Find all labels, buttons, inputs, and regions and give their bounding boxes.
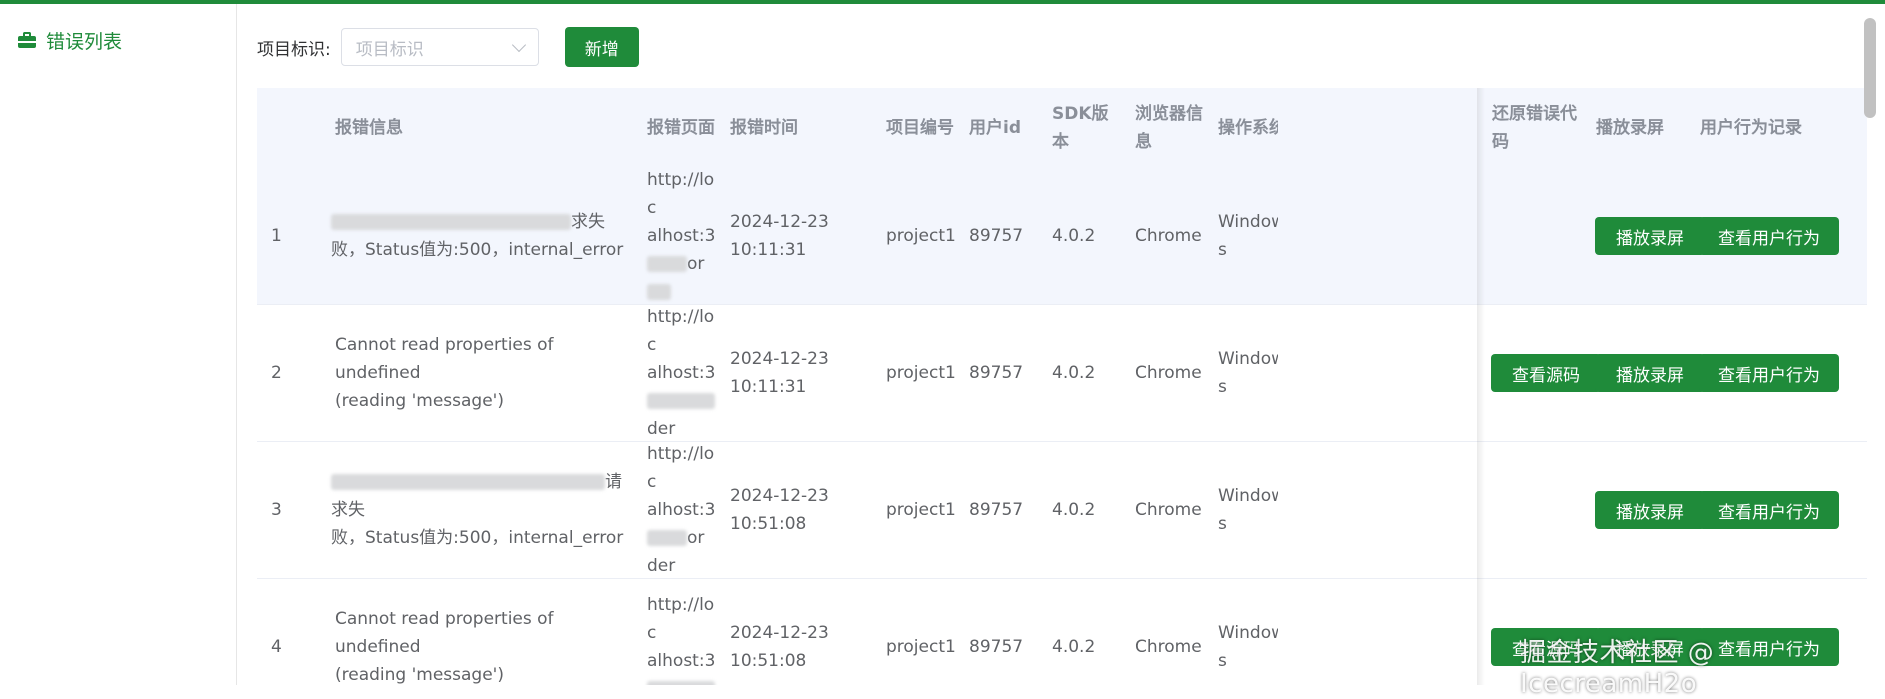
error-time: 2024-12-23 10:11:31 <box>730 212 829 260</box>
error-time: 2024-12-23 10:51:08 <box>730 623 829 671</box>
header-project: 项目编号 <box>886 118 954 138</box>
fixed-right-columns: 还原错误代码 播放录屏 用户行为记录 播放录屏 查看用户行为 查看源码 播放录屏… <box>1478 88 1867 685</box>
fixed-row: 播放录屏 查看用户行为 <box>1478 168 1867 305</box>
user-id: 89757 <box>969 637 1024 657</box>
error-time: 2024-12-23 10:11:31 <box>730 349 829 397</box>
select-placeholder: 项目标识 <box>355 39 424 60</box>
play-recording-button[interactable]: 播放录屏 <box>1595 354 1705 392</box>
fixed-row: 播放录屏 查看用户行为 <box>1478 442 1867 579</box>
user-id: 89757 <box>969 500 1024 520</box>
error-message: 请求失 败，Status值为:500，internal_error <box>331 472 624 548</box>
view-user-behavior-button[interactable]: 查看用户行为 <box>1699 217 1839 255</box>
header-os: 操作系统 <box>1218 118 1278 138</box>
fixed-row: 查看源码 播放录屏 查看用户行为 <box>1478 305 1867 442</box>
error-page: http://loc alhost:3 der <box>647 307 716 439</box>
user-id: 89757 <box>969 363 1024 383</box>
add-button[interactable]: 新增 <box>564 27 639 67</box>
watermark: 掘金技术社区 @ IcecreamH2o <box>1520 638 1715 699</box>
error-message: Cannot read properties of undefined (read… <box>335 609 554 685</box>
vertical-scrollbar[interactable] <box>1864 18 1876 118</box>
project-id-select[interactable]: 项目标识 <box>340 28 539 66</box>
chevron-down-icon <box>511 37 526 52</box>
project-id: project1 <box>886 637 956 657</box>
sdk-version: 4.0.2 <box>1052 363 1096 383</box>
sdk-version: 4.0.2 <box>1052 226 1096 246</box>
view-user-behavior-button[interactable]: 查看用户行为 <box>1699 354 1839 392</box>
sdk-version: 4.0.2 <box>1052 637 1096 657</box>
header-restore: 还原错误代码 <box>1492 104 1577 152</box>
error-table: 报错信息 报错页面 报错时间 项目编号 用户id SDK版本 浏览器信息 操作系… <box>257 88 1867 685</box>
redacted-text <box>331 474 605 490</box>
error-message: Cannot read properties of undefined (read… <box>335 335 554 411</box>
header-message: 报错信息 <box>335 118 403 138</box>
header-time: 报错时间 <box>730 118 798 138</box>
os: Windows <box>1218 212 1278 260</box>
redacted-text <box>331 214 571 230</box>
os: Windows <box>1218 349 1278 397</box>
header-sdk: SDK版本 <box>1052 104 1109 152</box>
header-page: 报错页面 <box>647 118 715 138</box>
play-recording-button[interactable]: 播放录屏 <box>1595 217 1705 255</box>
sidebar: 错误列表 <box>0 4 237 685</box>
play-recording-button[interactable]: 播放录屏 <box>1595 491 1705 529</box>
briefcase-icon <box>18 31 36 49</box>
row-index: 3 <box>271 500 282 520</box>
fixed-column-shadow <box>1477 88 1485 685</box>
user-id: 89757 <box>969 226 1024 246</box>
header-replay: 播放录屏 <box>1596 118 1664 138</box>
row-index: 1 <box>271 226 282 246</box>
project-id: project1 <box>886 500 956 520</box>
error-page: http://loc alhost:3 or <box>647 168 719 304</box>
browser: Chrome <box>1135 637 1202 657</box>
main-content: 项目标识: 项目标识 新增 报错信息 报错页面 报错时间 项目编号 用户id S… <box>237 4 1885 685</box>
project-id: project1 <box>886 363 956 383</box>
os: Windows <box>1218 623 1278 671</box>
header-browser: 浏览器信息 <box>1135 104 1203 152</box>
browser: Chrome <box>1135 226 1202 246</box>
sdk-version: 4.0.2 <box>1052 500 1096 520</box>
sidebar-item-label: 错误列表 <box>46 30 123 53</box>
sidebar-item-error-list[interactable]: 错误列表 <box>18 24 122 56</box>
view-user-behavior-button[interactable]: 查看用户行为 <box>1699 491 1839 529</box>
browser: Chrome <box>1135 363 1202 383</box>
row-index: 4 <box>271 637 282 657</box>
os: Windows <box>1218 486 1278 534</box>
project-id-label: 项目标识: <box>257 39 331 60</box>
project-id: project1 <box>886 226 956 246</box>
header-user: 用户id <box>969 118 1021 138</box>
row-index: 2 <box>271 363 282 383</box>
filter-bar: 项目标识: 项目标识 新增 <box>257 26 639 68</box>
error-page: http://loc alhost:3 or der <box>647 444 716 576</box>
fixed-header: 还原错误代码 播放录屏 用户行为记录 <box>1478 88 1867 168</box>
error-message: 求失 败，Status值为:500，internal_error <box>331 212 624 260</box>
header-behavior: 用户行为记录 <box>1700 118 1802 138</box>
error-time: 2024-12-23 10:51:08 <box>730 486 829 534</box>
view-source-button[interactable]: 查看源码 <box>1491 354 1601 392</box>
error-page: http://loc alhost:3 <box>647 579 719 685</box>
browser: Chrome <box>1135 500 1202 520</box>
